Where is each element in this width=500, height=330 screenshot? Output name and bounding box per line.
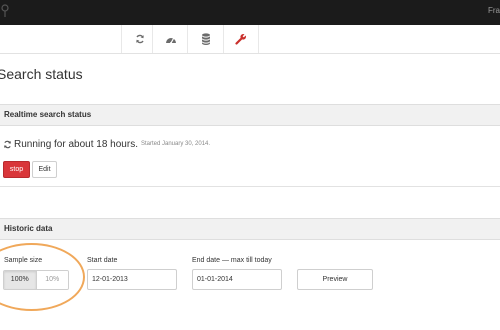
start-date-label: Start date	[87, 257, 118, 264]
settings-button[interactable]	[223, 25, 259, 53]
wrench-icon	[235, 33, 247, 45]
top-bar: Fra	[0, 0, 500, 25]
refresh-icon	[4, 140, 11, 148]
database-button[interactable]	[187, 25, 223, 53]
edit-button[interactable]: Edit	[32, 161, 57, 178]
preview-button[interactable]: Preview	[297, 269, 373, 290]
realtime-status: Running for about 18 hours. Started Janu…	[3, 138, 210, 150]
highlight-annotation	[0, 243, 85, 311]
historic-panel-title: Historic data	[4, 224, 53, 233]
dashboard-icon	[165, 37, 176, 44]
dashboard-button[interactable]	[152, 25, 188, 53]
icon-toolbar	[0, 25, 500, 54]
end-date-input[interactable]	[192, 269, 282, 290]
end-date-label: End date — max till today	[192, 257, 272, 264]
user-menu[interactable]: Fra	[488, 6, 500, 15]
logo-icon[interactable]	[0, 4, 10, 18]
page-title: Search status	[0, 66, 83, 82]
start-date-input[interactable]	[87, 269, 177, 290]
refresh-icon	[135, 34, 144, 44]
stop-button[interactable]: stop	[3, 161, 30, 178]
realtime-panel-header: Realtime search status	[0, 104, 500, 126]
historic-panel-header: Historic data	[0, 218, 500, 240]
status-text: Running for about 18 hours.	[14, 138, 138, 150]
divider	[0, 186, 500, 187]
realtime-panel-title: Realtime search status	[4, 110, 92, 119]
started-text: Started January 30, 2014.	[140, 141, 211, 147]
database-icon	[201, 33, 210, 45]
